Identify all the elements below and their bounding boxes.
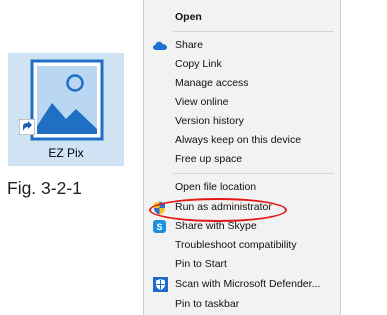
menu-item-troubleshoot-compatibility[interactable]: Troubleshoot compatibility [144,236,340,255]
menu-item-label: Pin to Start [175,258,227,270]
menu-item-free-up-space[interactable]: Free up space [144,150,340,169]
menu-item-label: Copy Link [175,58,222,70]
defender-icon [153,277,168,292]
menu-item-open-file-location[interactable]: Open file location [144,178,340,197]
shortcut-arrow-icon [19,119,35,135]
menu-item-open[interactable]: Open [144,8,340,27]
svg-text:S: S [156,222,162,232]
ez-pix-shortcut[interactable]: EZ Pix [8,53,124,166]
menu-item-label: Share [175,39,204,51]
menu-item-label: Manage access [175,77,249,89]
shortcut-label: EZ Pix [48,146,84,160]
menu-item-label: Always keep on this device [175,134,302,146]
context-menu: Open Share Copy Link Manage access View … [143,0,341,315]
menu-item-always-keep[interactable]: Always keep on this device [144,131,340,150]
menu-item-scan-with-defender[interactable]: Scan with Microsoft Defender... [144,275,340,294]
menu-item-manage-access[interactable]: Manage access [144,74,340,93]
skype-icon: S [153,220,166,233]
menu-item-label: Scan with Microsoft Defender... [175,278,321,290]
menu-item-pin-to-taskbar[interactable]: Pin to taskbar [144,295,340,314]
highlight-ellipse [149,198,287,222]
menu-item-view-online[interactable]: View online [144,93,340,112]
figure-caption: Fig. 3-2-1 [7,178,82,198]
onedrive-cloud-icon [153,41,167,50]
menu-separator [173,173,334,174]
menu-item-label: Free up space [175,153,243,165]
menu-separator [173,31,334,32]
menu-item-share[interactable]: Share [144,36,340,55]
menu-item-copy-link[interactable]: Copy Link [144,55,340,74]
menu-item-label: Troubleshoot compatibility [175,239,297,251]
menu-item-version-history[interactable]: Version history [144,112,340,131]
menu-item-label: Open file location [175,181,257,193]
menu-item-pin-to-start[interactable]: Pin to Start [144,255,340,274]
menu-item-label: Open [175,11,202,23]
menu-item-label: Version history [175,115,244,127]
menu-item-label: Pin to taskbar [175,298,240,310]
menu-item-label: View online [175,96,229,108]
